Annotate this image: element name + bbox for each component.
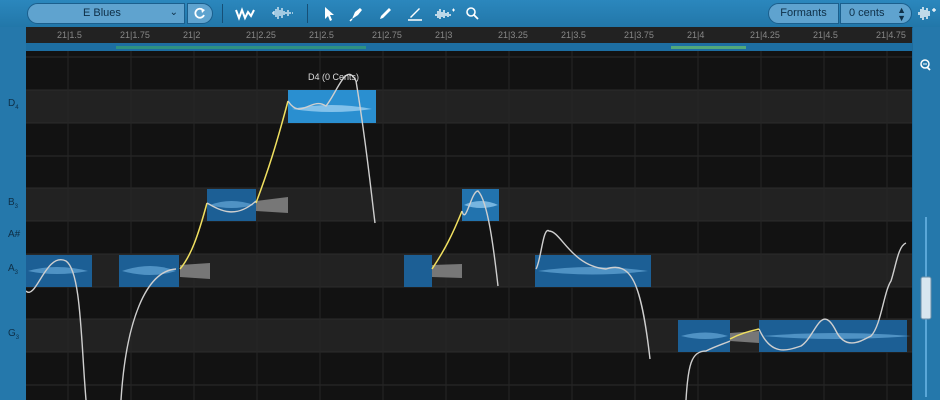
pitch-view-toggle[interactable] — [916, 3, 938, 23]
formant-cents-value: 0 cents — [849, 7, 885, 19]
pencil-tool-button[interactable] — [375, 4, 397, 23]
ruler-tick-label: 21|1.75 — [120, 30, 150, 40]
timeline-ruler[interactable]: 21|1.5 21|1.75 21|2 21|2.25 21|2.5 21|2.… — [26, 27, 912, 44]
toolbar: E Blues ⌄ Formants 0 cents ▲ ▼ — [0, 0, 940, 28]
ruler-tick-label: 21|4.75 — [876, 30, 906, 40]
ruler-tick-label: 21|3 — [435, 30, 453, 40]
refresh-icon — [194, 7, 205, 19]
scale-select-label: E Blues — [83, 7, 121, 19]
ruler-tick-label: 21|3.5 — [561, 30, 586, 40]
chevron-down-icon: ⌄ — [169, 7, 178, 18]
pointer-icon — [325, 7, 334, 21]
pen-icon — [349, 8, 362, 22]
formant-cents-stepper[interactable]: 0 cents ▲ ▼ — [840, 3, 912, 24]
line-tool-button[interactable] — [404, 4, 426, 23]
right-zoom-bar — [913, 27, 940, 400]
ruler-tick-label: 21|4.5 — [813, 30, 838, 40]
waveform-plus-icon — [918, 7, 936, 20]
ruler-tick-label: 21|3.25 — [498, 30, 528, 40]
pitch-editor-canvas — [26, 51, 912, 400]
stepper-arrows-icon[interactable]: ▲ ▼ — [897, 6, 906, 23]
magnifier-icon — [466, 7, 479, 20]
waveform-icon — [272, 7, 293, 19]
ruler-tick-label: 21|4 — [687, 30, 705, 40]
pitch-editor-grid[interactable]: D4 (0 Cents) — [26, 51, 912, 400]
gain-tool-button[interactable] — [433, 4, 455, 23]
pitch-label-a3: A3 — [8, 263, 19, 276]
scale-select[interactable]: E Blues ⌄ — [27, 3, 185, 24]
pitch-label-g3: G3 — [8, 328, 20, 341]
snap-button[interactable] — [187, 3, 213, 24]
pitch-ruler: D4 B3 A# A3 G3 — [0, 27, 26, 400]
ruler-tick-label: 21|2.5 — [309, 30, 334, 40]
pencil-icon — [380, 8, 391, 19]
note-blob — [404, 255, 432, 287]
vertical-zoom-slider[interactable] — [920, 277, 932, 319]
pitch-label-d4: D4 — [8, 98, 19, 111]
ruler-tick-label: 21|3.75 — [624, 30, 654, 40]
ruler-tick-label: 21|1.5 — [57, 30, 82, 40]
toolbar-separator — [307, 4, 308, 23]
ruler-tick-label: 21|4.25 — [750, 30, 780, 40]
overview-region — [671, 46, 746, 49]
zoom-controls — [920, 59, 932, 397]
ruler-tick-label: 21|2.75 — [372, 30, 402, 40]
amplitude-tool-button[interactable] — [270, 4, 293, 23]
overview-strip[interactable] — [26, 43, 912, 51]
ruler-tick-label: 21|2.25 — [246, 30, 276, 40]
pen-tool-button[interactable] — [346, 4, 368, 23]
pitch-label-b3: B3 — [8, 197, 19, 210]
pitch-wave-icon — [235, 7, 255, 21]
pitch-label-a-sharp: A# — [8, 229, 21, 240]
formants-button[interactable]: Formants — [768, 3, 839, 24]
pitch-tool-button[interactable] — [234, 4, 256, 23]
line-tool-icon — [408, 8, 422, 21]
note-tooltip: D4 (0 Cents) — [308, 72, 360, 82]
vertical-zoom-button[interactable] — [916, 59, 934, 73]
overview-region — [116, 46, 366, 49]
ruler-tick-label: 21|2 — [183, 30, 201, 40]
toolbar-separator — [222, 4, 223, 23]
gain-icon — [435, 8, 455, 19]
pointer-tool-button[interactable] — [318, 4, 340, 23]
zoom-tool-button[interactable] — [462, 4, 484, 23]
